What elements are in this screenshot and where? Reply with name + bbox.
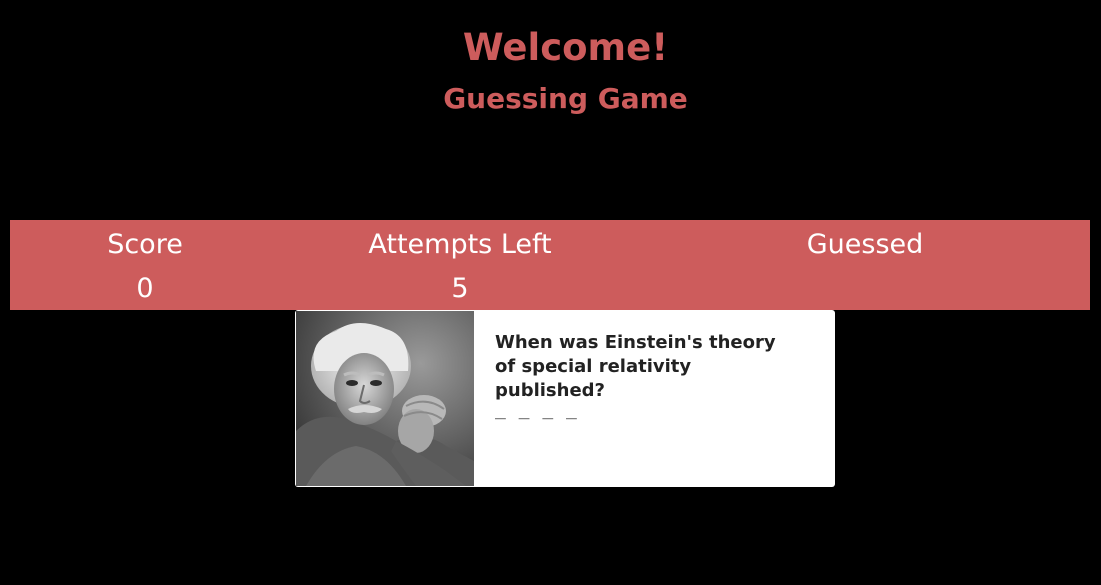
attempts-value: 5 <box>451 273 469 304</box>
game-subtitle: Guessing Game <box>443 82 688 115</box>
score-label: Score <box>107 229 183 260</box>
attempts-label: Attempts Left <box>368 229 552 260</box>
welcome-title: Welcome! <box>462 26 669 69</box>
score-value: 0 <box>136 273 154 304</box>
guessed-label: Guessed <box>806 229 924 260</box>
score-stat: Score 0 <box>45 220 245 310</box>
portrait-photo <box>296 311 474 486</box>
stats-bar: Score 0 Attempts Left 5 Guessed <box>10 220 1090 310</box>
question-card: When was Einstein's theory of special re… <box>295 310 835 487</box>
answer-blanks: _ _ _ _ <box>495 399 578 420</box>
question-text: When was Einstein's theory of special re… <box>495 332 776 401</box>
guessed-stat: Guessed <box>765 220 965 310</box>
attempts-stat: Attempts Left 5 <box>360 220 560 310</box>
